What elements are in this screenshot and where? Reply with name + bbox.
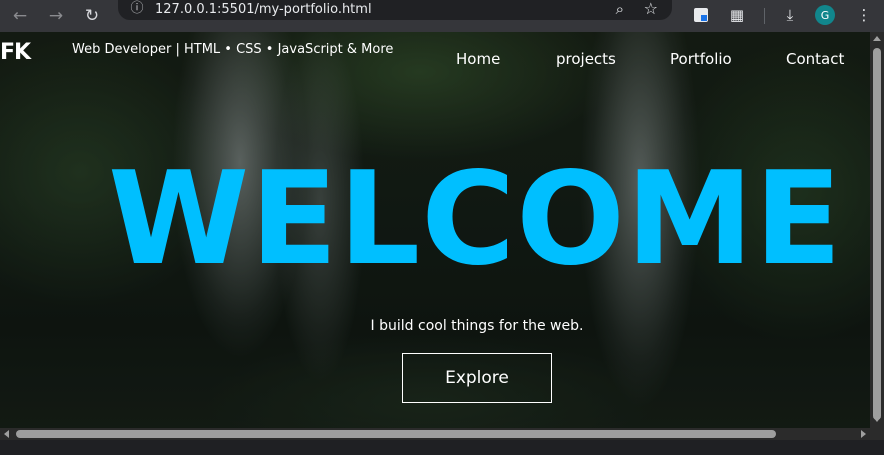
page-viewport: FK Web Developer | HTML • CSS • JavaScri… (0, 32, 870, 428)
toolbar-divider (764, 8, 765, 24)
extension-icon[interactable] (690, 4, 712, 26)
hero-heading: WELCOME (108, 145, 843, 294)
horizontal-scrollbar[interactable] (0, 428, 870, 440)
kebab-menu-icon[interactable]: ⋮ (853, 4, 875, 26)
zoom-icon[interactable]: ⌕ (616, 0, 624, 18)
nav-link-projects[interactable]: projects (556, 50, 616, 68)
scroll-right-arrow-icon[interactable] (861, 430, 866, 438)
avatar[interactable]: G (815, 5, 835, 25)
puzzle-icon[interactable]: ▦ (726, 4, 748, 26)
back-icon[interactable]: ← (6, 2, 34, 30)
scroll-up-arrow-icon[interactable] (873, 36, 881, 41)
vertical-scrollbar[interactable] (870, 32, 884, 428)
nav-link-contact[interactable]: Contact (786, 50, 844, 68)
horizontal-scroll-thumb[interactable] (16, 430, 776, 438)
scrollbar-corner (870, 428, 884, 440)
browser-toolbar: ← → ↻ ⓘ 127.0.0.1:5501/my-portfolio.html… (0, 0, 884, 32)
nav-link-home[interactable]: Home (456, 50, 500, 68)
site-logo[interactable]: FK (0, 40, 31, 65)
nav-link-portfolio[interactable]: Portfolio (670, 50, 732, 68)
reload-icon[interactable]: ↻ (78, 2, 106, 30)
explore-button[interactable]: Explore (402, 353, 552, 403)
star-icon[interactable]: ☆ (644, 0, 658, 18)
vertical-scroll-thumb[interactable] (873, 48, 881, 420)
site-tagline: Web Developer | HTML • CSS • JavaScript … (72, 42, 394, 57)
forward-icon[interactable]: → (42, 2, 70, 30)
hero-subtitle: I build cool things for the web. (370, 318, 584, 334)
scroll-down-arrow-icon[interactable] (873, 417, 881, 422)
address-bar[interactable]: ⓘ 127.0.0.1:5501/my-portfolio.html ⌕ ☆ (118, 0, 672, 20)
url-text[interactable]: 127.0.0.1:5501/my-portfolio.html (155, 2, 372, 17)
profile-button[interactable]: G (814, 4, 836, 26)
scroll-left-arrow-icon[interactable] (4, 430, 9, 438)
info-icon[interactable]: ⓘ (129, 1, 145, 17)
window-bottom-edge (0, 440, 884, 455)
download-icon[interactable]: ⤓ (779, 4, 801, 26)
